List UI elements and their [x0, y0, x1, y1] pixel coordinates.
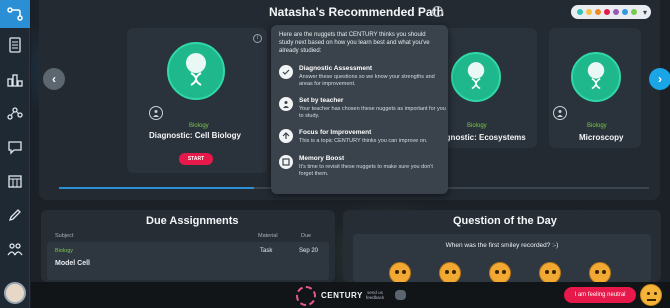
- legend-title: Set by teacher: [299, 97, 344, 104]
- previous-button[interactable]: ‹: [43, 68, 65, 90]
- sidebar: [0, 0, 30, 308]
- filter-dot: [595, 9, 601, 15]
- nav-group-icon[interactable]: [0, 232, 30, 266]
- teacher-set-icon: [553, 106, 567, 120]
- footer: CENTURY send us feedback I am feeling ne…: [31, 282, 670, 308]
- card-title: Microscopy: [579, 133, 624, 142]
- group-icon: [7, 243, 23, 256]
- teacher-icon: [279, 97, 293, 111]
- calendar-icon: [8, 175, 22, 188]
- recommended-path-panel: Natasha's Recommended Path i ▾ ‹ › Biolo…: [39, 0, 670, 200]
- avatar[interactable]: [4, 282, 26, 304]
- due-assignments-panel: Due Assignments Subject Material Due Bio…: [41, 210, 335, 282]
- filter-dot: [577, 9, 583, 15]
- subject-tag: Biology: [189, 123, 209, 129]
- path-title: Natasha's Recommended Path: [269, 5, 444, 19]
- filter-dot: [622, 9, 628, 15]
- row-material: Task: [260, 248, 273, 254]
- filter-dot: [613, 9, 619, 15]
- filter-dot: [631, 9, 637, 15]
- row-subject: Biology: [55, 248, 74, 254]
- column-header-due: Due: [301, 233, 312, 239]
- panel-title: Question of the Day: [453, 215, 557, 227]
- improvement-icon: [279, 129, 293, 143]
- podium-icon: [7, 74, 23, 87]
- column-header-subject: Subject: [55, 233, 74, 239]
- notes-icon: [9, 37, 21, 53]
- question-of-the-day-panel: Question of the Day When was the first s…: [343, 210, 661, 284]
- diagnostic-icon: [149, 106, 163, 120]
- legend-desc: This is a topic CENTURY thinks you can i…: [299, 138, 428, 144]
- nav-graph-icon[interactable]: [0, 96, 30, 130]
- nav-path-icon[interactable]: [0, 0, 30, 28]
- biology-course-image: [571, 52, 621, 102]
- subject-tag: Biology: [587, 123, 607, 129]
- legend-title: Diagnostic Assessment: [299, 65, 373, 72]
- answer-face-icon[interactable]: [439, 262, 461, 284]
- next-button[interactable]: ›: [649, 68, 670, 90]
- answer-face-icon[interactable]: [489, 262, 511, 284]
- chat-icon: [8, 141, 22, 155]
- nugget-card[interactable]: Biology Diagnostic: Cell Biology START: [127, 28, 267, 173]
- question-text: When was the first smiley recorded? :-): [445, 242, 559, 249]
- nav-chat-icon[interactable]: [0, 130, 30, 164]
- legend-title: Memory Boost: [299, 155, 345, 162]
- chevron-right-icon: ›: [658, 72, 662, 86]
- card-title: iagnostic: Ecosystems: [439, 133, 526, 142]
- answer-face-icon[interactable]: [589, 262, 611, 284]
- biology-course-image: [167, 42, 225, 100]
- path-progress-fill: [59, 187, 254, 189]
- tooltip-intro: Here are the nuggets that CENTURY thinks…: [279, 32, 430, 54]
- card-info-icon[interactable]: i: [253, 34, 262, 43]
- neutral-face-icon[interactable]: [640, 284, 662, 306]
- dna-tree-icon: [573, 54, 619, 100]
- panel-title: Due Assignments: [146, 215, 239, 227]
- answer-face-icon[interactable]: [389, 262, 411, 284]
- nav-podium-icon[interactable]: [0, 62, 30, 96]
- nugget-card[interactable]: Biology iagnostic: Ecosystems: [439, 28, 537, 148]
- question-box: When was the first smiley recorded? :-): [353, 234, 651, 284]
- century-logo-icon: [296, 286, 316, 306]
- memory-boost-icon: [279, 155, 293, 169]
- info-icon[interactable]: i: [432, 6, 443, 17]
- legend-desc: Answer these questions so we know your s…: [299, 74, 435, 87]
- answer-face-icon[interactable]: [539, 262, 561, 284]
- mood-button[interactable]: I am feeling neutral: [564, 287, 636, 303]
- legend-desc: It's time to revisit these nuggets to ma…: [299, 164, 433, 177]
- column-header-material: Material: [258, 233, 278, 239]
- dna-tree-icon: [169, 44, 223, 98]
- biology-course-image: [451, 52, 501, 102]
- chevron-down-icon: ▾: [643, 7, 648, 17]
- feedback-bubble-icon[interactable]: [395, 290, 406, 300]
- row-assignment-name: Model Cell: [55, 260, 91, 267]
- dna-tree-icon: [453, 54, 499, 100]
- path-legend-tooltip: Here are the nuggets that CENTURY thinks…: [271, 25, 448, 194]
- nav-notes-icon[interactable]: [0, 28, 30, 62]
- table-row[interactable]: Biology Model Cell Task Sep 20: [47, 242, 329, 280]
- pencil-icon: [8, 209, 21, 222]
- century-logo-text: CENTURY: [321, 291, 363, 300]
- subject-filter[interactable]: ▾: [571, 5, 651, 19]
- path-icon: [7, 7, 23, 21]
- main-area: Natasha's Recommended Path i ▾ ‹ › Biolo…: [31, 0, 670, 308]
- chevron-left-icon: ‹: [52, 72, 56, 86]
- legend-desc: Your teacher has chosen these nuggets as…: [299, 106, 446, 119]
- filter-dot: [586, 9, 592, 15]
- legend-title: Focus for Improvement: [299, 129, 372, 136]
- card-title: Diagnostic: Cell Biology: [149, 131, 242, 140]
- start-button[interactable]: START: [179, 153, 213, 165]
- row-due-date: Sep 20: [299, 248, 319, 254]
- graph-icon: [7, 107, 23, 120]
- check-circle-icon: [279, 65, 293, 79]
- nugget-card[interactable]: Biology Microscopy: [549, 28, 641, 148]
- nav-pencil-icon[interactable]: [0, 198, 30, 232]
- feedback-link[interactable]: send us feedback: [359, 290, 391, 300]
- filter-dot: [604, 9, 610, 15]
- subject-tag: Biology: [467, 123, 487, 129]
- nav-calendar-icon[interactable]: [0, 164, 30, 198]
